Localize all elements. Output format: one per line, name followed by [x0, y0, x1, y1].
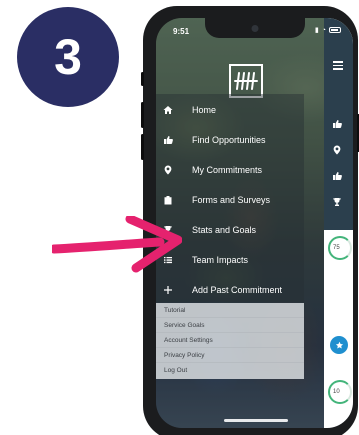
menu-item-find-opportunities[interactable]: Find Opportunities: [156, 125, 304, 155]
step-number: 3: [54, 29, 82, 85]
menu-link-privacy-policy[interactable]: Privacy Policy: [156, 348, 304, 363]
trophy-icon[interactable]: [331, 196, 343, 208]
progress-value-bottom: 10: [333, 389, 340, 395]
menu-item-add-past-commitment[interactable]: Add Past Commitment: [156, 275, 304, 305]
app-logo: [229, 64, 263, 98]
menu-item-my-commitments[interactable]: My Commitments: [156, 155, 304, 185]
thumbs-up-icon[interactable]: [331, 118, 343, 130]
mute-switch: [141, 72, 144, 86]
logo-mark-icon: [234, 72, 258, 90]
progress-ring-top: 75: [328, 236, 352, 260]
secondary-menu: Tutorial Service Goals Account Settings …: [156, 303, 304, 379]
home-indicator[interactable]: [224, 419, 288, 422]
menu-item-label: Team Impacts: [192, 255, 249, 265]
menu-item-label: Find Opportunities: [192, 135, 266, 145]
plus-icon: [156, 285, 180, 295]
menu-item-label: My Commitments: [192, 165, 263, 175]
thumbs-up-icon[interactable]: [331, 170, 343, 182]
home-icon: [156, 105, 180, 115]
thumbs-up-icon: [156, 135, 180, 145]
status-time: 9:51: [173, 27, 190, 36]
pointer-arrow-icon: [52, 216, 182, 273]
app-content-strip: 75 10: [324, 18, 353, 428]
volume-down-button: [141, 134, 144, 160]
menu-link-service-goals[interactable]: Service Goals: [156, 318, 304, 333]
menu-item-forms-and-surveys[interactable]: Forms and Surveys: [156, 185, 304, 215]
status-icons: ▮ ◔: [315, 26, 341, 34]
map-pin-icon[interactable]: [331, 144, 343, 156]
hamburger-menu-icon[interactable]: [333, 61, 343, 70]
menu-link-account-settings[interactable]: Account Settings: [156, 333, 304, 348]
menu-link-log-out[interactable]: Log Out: [156, 363, 304, 378]
wifi-icon: ◔: [321, 26, 326, 34]
progress-ring-bottom: 10: [328, 380, 352, 404]
menu-item-label: Forms and Surveys: [192, 195, 271, 205]
battery-icon: [329, 27, 341, 33]
menu-item-label: Stats and Goals: [192, 225, 257, 235]
progress-value-top: 75: [333, 245, 340, 251]
menu-item-label: Add Past Commitment: [192, 285, 283, 295]
menu-item-label: Home: [192, 105, 217, 115]
volume-up-button: [141, 102, 144, 128]
star-badge-icon[interactable]: [330, 336, 348, 354]
signal-icon: ▮: [314, 27, 319, 34]
menu-item-home[interactable]: Home: [156, 95, 304, 125]
tutorial-slide: 3 75 10 9:51 ▮ ◔ Home Find Opportunities…: [0, 0, 359, 435]
step-number-badge: 3: [17, 7, 119, 107]
clipboard-icon: [156, 195, 180, 205]
menu-link-tutorial[interactable]: Tutorial: [156, 303, 304, 318]
app-nav-panel: [324, 102, 353, 230]
front-camera: [251, 25, 258, 32]
map-pin-icon: [156, 165, 180, 175]
